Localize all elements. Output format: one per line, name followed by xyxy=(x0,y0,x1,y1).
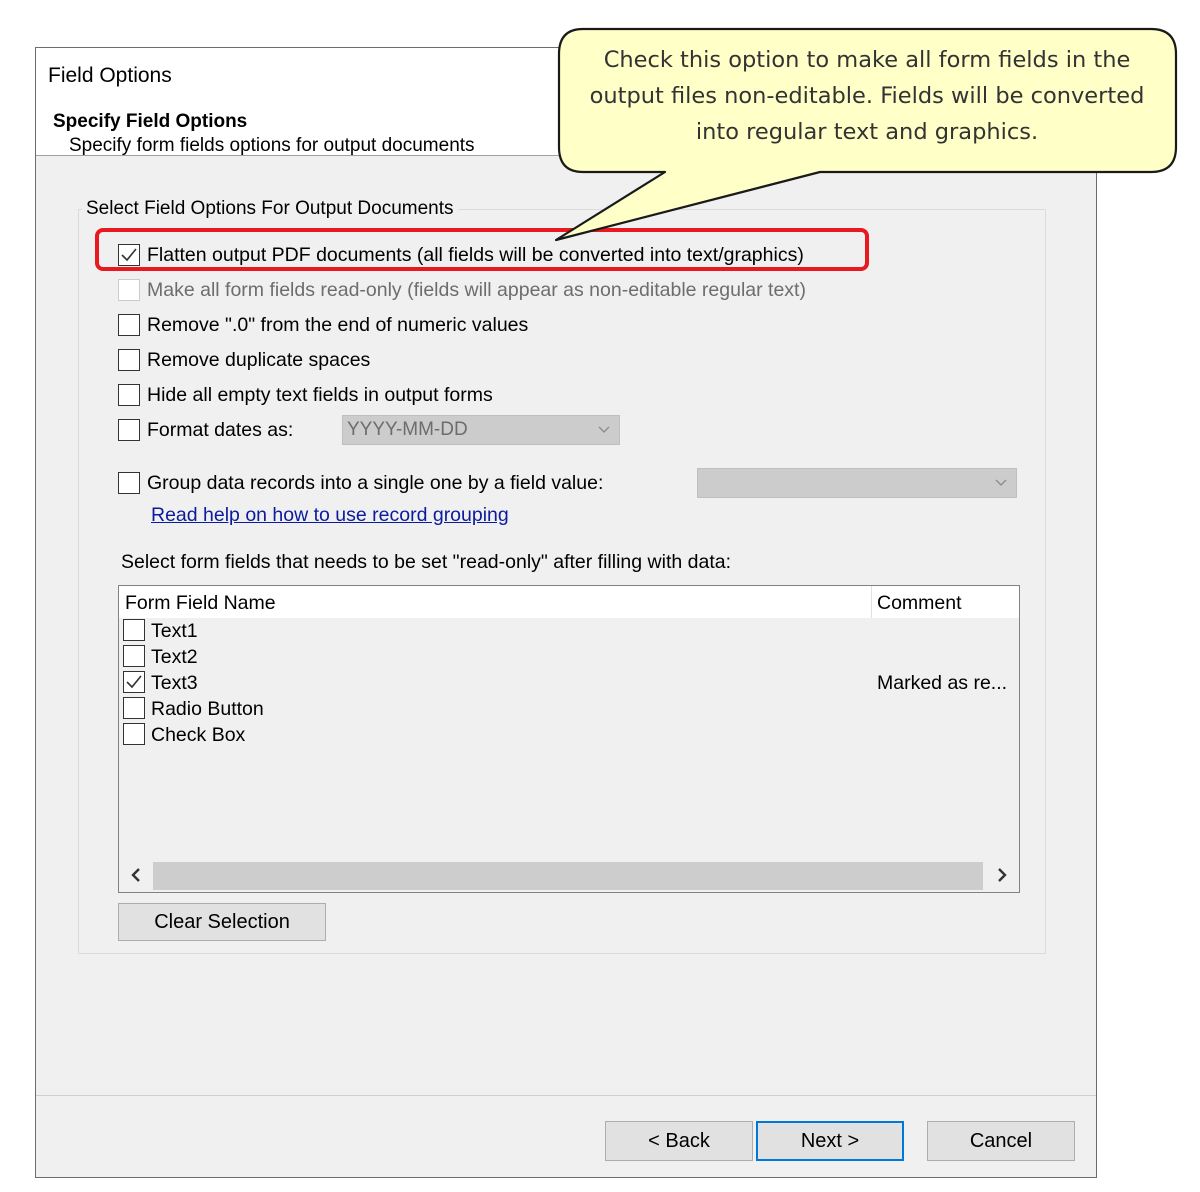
field-checkbox-radio-button[interactable] xyxy=(123,697,145,719)
clear-selection-button[interactable]: Clear Selection xyxy=(118,903,326,941)
record-grouping-help-link[interactable]: Read help on how to use record grouping xyxy=(151,504,509,527)
field-checkbox-text2[interactable] xyxy=(123,645,145,667)
format-dates-label: Format dates as: xyxy=(147,419,294,441)
field-name: Text1 xyxy=(151,620,198,642)
remove-spaces-label: Remove duplicate spaces xyxy=(147,349,371,371)
field-name: Text3 xyxy=(151,672,198,694)
list-item[interactable]: Text3 Marked as re... xyxy=(119,670,1019,696)
horizontal-scrollbar[interactable] xyxy=(119,860,1019,892)
date-format-select[interactable]: YYYY-MM-DD xyxy=(342,415,620,445)
remove-decimal-checkbox[interactable] xyxy=(118,314,140,336)
remove-spaces-checkbox[interactable] xyxy=(118,349,140,371)
field-comment: Marked as re... xyxy=(877,672,1008,694)
scroll-right-icon[interactable] xyxy=(993,864,1011,886)
checkmark-icon xyxy=(126,675,142,689)
group-records-label: Group data records into a single one by … xyxy=(147,472,604,494)
chevron-down-icon xyxy=(598,426,610,433)
column-header-comment[interactable]: Comment xyxy=(877,592,962,615)
hide-empty-checkbox[interactable] xyxy=(118,384,140,406)
read-only-label: Make all form fields read-only (fields w… xyxy=(147,279,806,301)
list-item[interactable]: Text1 xyxy=(119,618,1019,644)
group-records-checkbox[interactable] xyxy=(118,472,140,494)
read-only-fields-heading: Select form fields that needs to be set … xyxy=(121,551,731,573)
next-button[interactable]: Next > xyxy=(756,1121,904,1161)
list-item[interactable]: Check Box xyxy=(119,722,1019,748)
chevron-down-icon xyxy=(995,479,1007,486)
format-dates-checkbox[interactable] xyxy=(118,419,140,441)
date-format-value: YYYY-MM-DD xyxy=(347,419,468,440)
field-checkbox-text3[interactable] xyxy=(123,671,145,693)
callout-text: Check this option to make all form field… xyxy=(589,47,1145,145)
list-header: Form Field Name Comment xyxy=(119,586,1019,618)
list-item[interactable]: Text2 xyxy=(119,644,1019,670)
field-name: Check Box xyxy=(151,724,246,746)
footer-divider xyxy=(36,1095,1096,1096)
remove-decimal-label: Remove ".0" from the end of numeric valu… xyxy=(147,314,529,336)
group-field-select[interactable] xyxy=(697,468,1017,498)
hide-empty-label: Hide all empty text fields in output for… xyxy=(147,384,493,406)
list-item[interactable]: Radio Button xyxy=(119,696,1019,722)
read-only-checkbox[interactable] xyxy=(118,279,140,301)
field-checkbox-text1[interactable] xyxy=(123,619,145,641)
field-checkbox-check-box[interactable] xyxy=(123,723,145,745)
cancel-button[interactable]: Cancel xyxy=(927,1121,1075,1161)
scrollbar-thumb[interactable] xyxy=(153,862,983,890)
back-button[interactable]: < Back xyxy=(605,1121,753,1161)
scroll-left-icon[interactable] xyxy=(127,864,145,886)
field-name: Text2 xyxy=(151,646,198,668)
field-name: Radio Button xyxy=(151,698,264,720)
column-header-name[interactable]: Form Field Name xyxy=(125,592,276,615)
form-fields-list[interactable]: Form Field Name Comment Text1 Text2 Text… xyxy=(118,585,1020,893)
column-divider[interactable] xyxy=(871,586,872,618)
